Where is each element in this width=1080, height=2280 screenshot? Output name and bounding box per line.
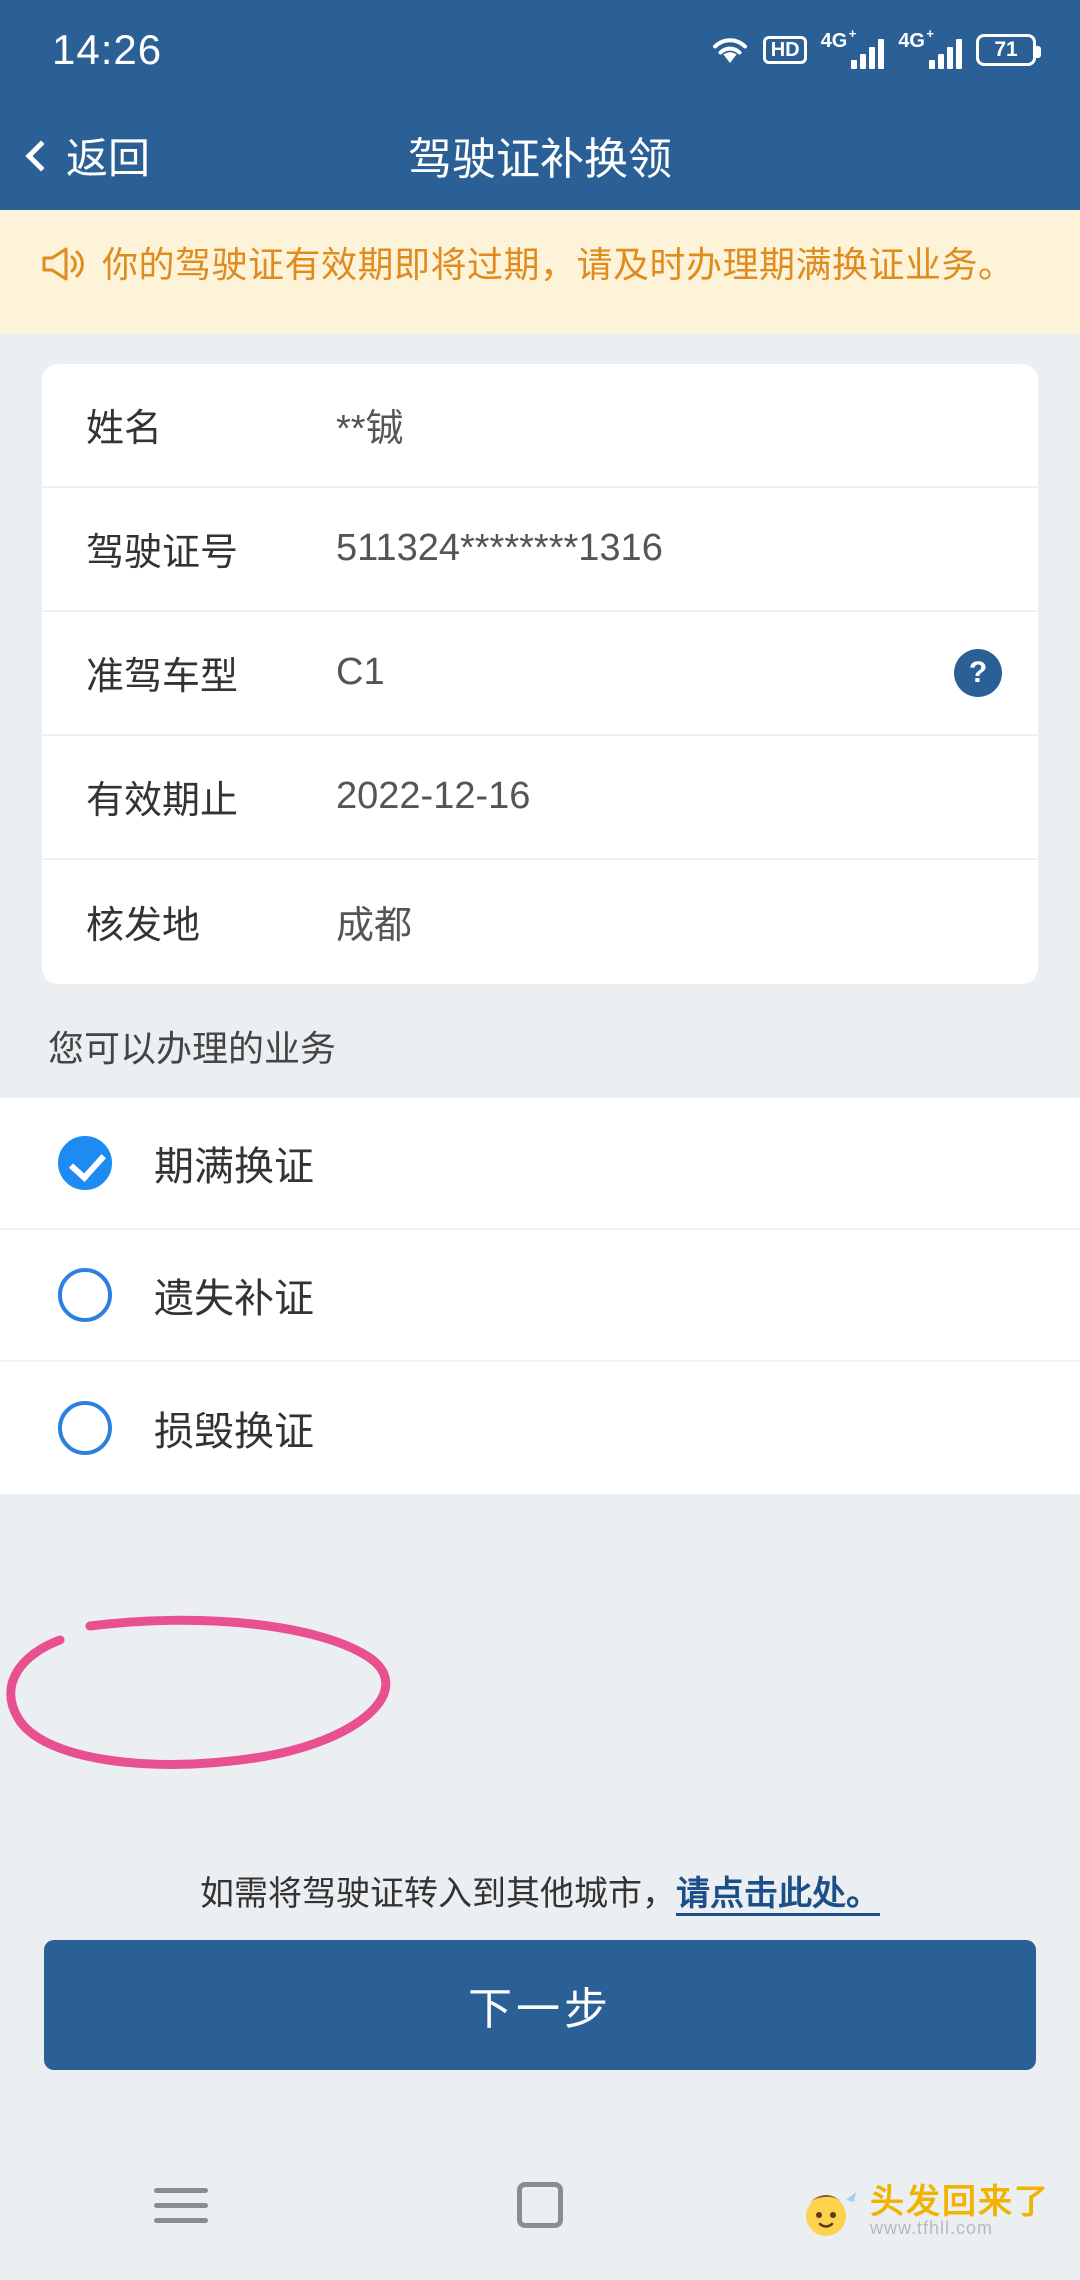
transfer-link[interactable]: 请点击此处。 xyxy=(676,1875,880,1913)
table-row: 核发地 成都 xyxy=(42,860,1038,984)
page-title: 驾驶证补换领 xyxy=(408,135,672,184)
annotation-ellipse xyxy=(6,1615,391,1769)
row-value-license-no: 511324********1316 xyxy=(336,527,663,570)
watermark: 头发回来了 www.tfhll.com xyxy=(796,2182,1050,2240)
help-icon[interactable]: ? xyxy=(954,648,1002,697)
chevron-left-icon xyxy=(25,140,57,172)
row-label-expiry: 有效期止 xyxy=(86,780,239,823)
notice-banner: 你的驾驶证有效期即将过期，请及时办理期满换证业务。 xyxy=(0,210,1080,334)
home-square-icon[interactable] xyxy=(516,2182,563,2228)
back-label: 返回 xyxy=(66,134,151,182)
radio-checked-icon[interactable] xyxy=(58,1135,112,1190)
transfer-note-text: 如需将驾驶证转入到其他城市， xyxy=(200,1875,676,1913)
table-row: 姓名 **铖 xyxy=(42,364,1038,488)
menu-icon[interactable] xyxy=(154,2187,209,2223)
transfer-note: 如需将驾驶证转入到其他城市，请点击此处。 xyxy=(0,1866,1080,1915)
wifi-icon xyxy=(711,35,749,65)
row-value-expiry: 2022-12-16 xyxy=(336,775,531,818)
megaphone-icon xyxy=(40,244,84,300)
status-bar: 14:26 HD 4G + 4G + 71 xyxy=(0,0,1080,100)
notice-text: 你的驾驶证有效期即将过期，请及时办理期满换证业务。 xyxy=(102,244,1015,285)
status-time: 14:26 xyxy=(52,26,163,73)
option-label: 遗失补证 xyxy=(154,1276,314,1321)
phone-screen: 14:26 HD 4G + 4G + 71 返回 驾驶证补换领 你的驾驶证有效期… xyxy=(0,0,1080,2280)
option-renewal[interactable]: 期满换证 xyxy=(0,1098,1080,1230)
table-row: 有效期止 2022-12-16 xyxy=(42,736,1038,860)
option-lost-replacement[interactable]: 遗失补证 xyxy=(0,1230,1080,1362)
back-button[interactable]: 返回 xyxy=(0,125,150,186)
business-options-list: 期满换证 遗失补证 损毁换证 xyxy=(0,1097,1080,1494)
row-value-vehicle-class: C1 xyxy=(336,651,385,694)
signal-1-icon: 4G + xyxy=(821,27,885,69)
next-step-button[interactable]: 下一步 xyxy=(44,1940,1036,2070)
row-value-issuer: 成都 xyxy=(336,905,413,948)
watermark-sub: www.tfhll.com xyxy=(870,2217,994,2238)
option-label: 损毁换证 xyxy=(154,1409,314,1454)
mascot-icon xyxy=(806,2192,856,2236)
hd-voice-icon: HD xyxy=(762,36,807,64)
option-damaged-replacement[interactable]: 损毁换证 xyxy=(0,1362,1080,1494)
signal-2-icon: 4G + xyxy=(898,27,962,69)
status-icons: HD 4G + 4G + 71 xyxy=(711,27,1041,69)
row-label-issuer: 核发地 xyxy=(86,905,201,948)
row-label-name: 姓名 xyxy=(86,408,163,451)
license-info-card: 姓名 **铖 驾驶证号 511324********1316 准驾车型 C1 ?… xyxy=(42,363,1038,984)
watermark-main: 头发回来了 xyxy=(870,2182,1050,2221)
table-row: 准驾车型 C1 ? xyxy=(42,612,1038,736)
app-bar: 返回 驾驶证补换领 xyxy=(0,100,1080,210)
radio-icon[interactable] xyxy=(58,1267,112,1322)
radio-icon[interactable] xyxy=(58,1400,112,1455)
table-row: 驾驶证号 511324********1316 xyxy=(42,488,1038,612)
row-value-name: **铖 xyxy=(336,408,404,451)
option-label: 期满换证 xyxy=(154,1144,314,1189)
row-label-vehicle-class: 准驾车型 xyxy=(86,656,239,699)
row-label-license-no: 驾驶证号 xyxy=(86,532,239,575)
battery-icon: 71 xyxy=(976,34,1041,66)
section-title: 您可以办理的业务 xyxy=(48,1027,337,1069)
